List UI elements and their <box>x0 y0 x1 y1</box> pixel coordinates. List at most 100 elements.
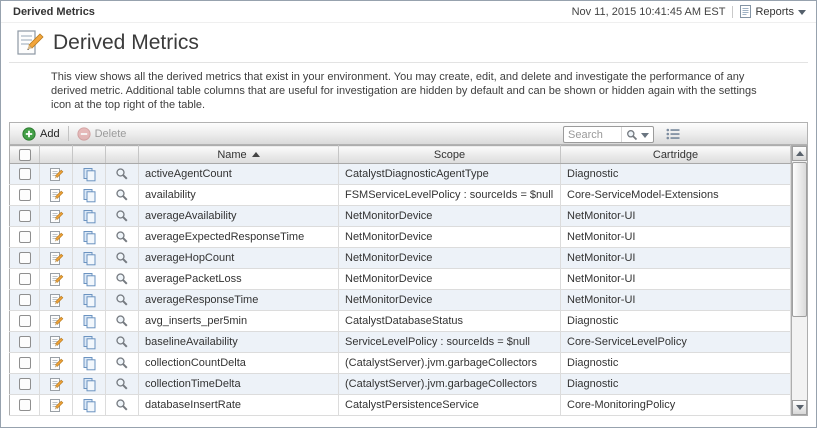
table-row[interactable]: avg_inserts_per5min CatalystDatabaseStat… <box>10 311 791 332</box>
row-cartridge: Diagnostic <box>561 164 791 185</box>
table-row[interactable]: baselineAvailability ServiceLevelPolicy … <box>10 332 791 353</box>
edit-icon[interactable] <box>40 230 72 245</box>
row-checkbox[interactable] <box>19 315 31 327</box>
row-cartridge: Core-ServiceModel-Extensions <box>561 185 791 206</box>
copy-icon[interactable] <box>73 398 105 413</box>
investigate-icon[interactable] <box>106 377 138 391</box>
edit-icon[interactable] <box>40 188 72 203</box>
table-row[interactable]: databaseInsertRate CatalystPersistenceSe… <box>10 395 791 416</box>
investigate-icon[interactable] <box>106 335 138 349</box>
column-header-name[interactable]: Name <box>139 146 339 164</box>
investigate-icon[interactable] <box>106 398 138 412</box>
column-header-cartridge[interactable]: Cartridge <box>561 146 791 164</box>
reports-label: Reports <box>755 6 794 18</box>
row-select-cell <box>10 290 40 311</box>
edit-icon[interactable] <box>40 272 72 287</box>
investigate-icon[interactable] <box>106 167 138 181</box>
row-edit-cell <box>40 164 73 185</box>
row-investigate-cell <box>106 269 139 290</box>
investigate-icon[interactable] <box>106 314 138 328</box>
row-edit-cell <box>40 248 73 269</box>
table-row[interactable]: activeAgentCount CatalystDiagnosticAgent… <box>10 164 791 185</box>
sort-ascending-icon <box>252 152 260 157</box>
scroll-down-icon <box>796 405 804 410</box>
copy-icon[interactable] <box>73 377 105 392</box>
table-settings-button[interactable] <box>666 128 680 140</box>
row-checkbox[interactable] <box>19 294 31 306</box>
investigate-icon[interactable] <box>106 188 138 202</box>
investigate-icon[interactable] <box>106 356 138 370</box>
copy-icon[interactable] <box>73 167 105 182</box>
row-edit-cell <box>40 290 73 311</box>
add-button-label: Add <box>40 128 60 140</box>
search-options-button[interactable] <box>621 127 653 142</box>
copy-icon[interactable] <box>73 272 105 287</box>
vertical-scrollbar[interactable] <box>791 145 808 416</box>
table-row[interactable]: averageAvailability NetMonitorDevice Net… <box>10 206 791 227</box>
edit-icon[interactable] <box>40 167 72 182</box>
copy-icon[interactable] <box>73 356 105 371</box>
row-investigate-cell <box>106 206 139 227</box>
copy-icon[interactable] <box>73 188 105 203</box>
row-copy-cell <box>73 185 106 206</box>
row-checkbox[interactable] <box>19 168 31 180</box>
row-checkbox[interactable] <box>19 210 31 222</box>
row-name: averageHopCount <box>139 248 339 269</box>
scrollbar-thumb[interactable] <box>792 162 807 317</box>
search-input[interactable] <box>564 128 621 141</box>
column-header-scope[interactable]: Scope <box>339 146 561 164</box>
table-row[interactable]: collectionTimeDelta (CatalystServer).jvm… <box>10 374 791 395</box>
reports-menu-button[interactable]: Reports <box>740 5 806 18</box>
row-name: avg_inserts_per5min <box>139 311 339 332</box>
row-checkbox[interactable] <box>19 189 31 201</box>
investigate-icon[interactable] <box>106 230 138 244</box>
row-cartridge: Core-ServiceLevelPolicy <box>561 332 791 353</box>
copy-icon[interactable] <box>73 230 105 245</box>
row-checkbox[interactable] <box>19 231 31 243</box>
select-all-checkbox[interactable] <box>19 149 31 161</box>
row-checkbox[interactable] <box>19 399 31 411</box>
edit-icon[interactable] <box>40 356 72 371</box>
row-edit-cell <box>40 374 73 395</box>
delete-icon <box>77 127 91 141</box>
table-row[interactable]: collectionCountDelta (CatalystServer).jv… <box>10 353 791 374</box>
table-row[interactable]: averageExpectedResponseTime NetMonitorDe… <box>10 227 791 248</box>
table-row[interactable]: averagePacketLoss NetMonitorDevice NetMo… <box>10 269 791 290</box>
edit-icon[interactable] <box>40 293 72 308</box>
copy-icon[interactable] <box>73 314 105 329</box>
table-body: activeAgentCount CatalystDiagnosticAgent… <box>10 164 791 416</box>
investigate-icon[interactable] <box>106 293 138 307</box>
row-checkbox[interactable] <box>19 378 31 390</box>
add-button[interactable]: Add <box>15 123 67 144</box>
page-title: Derived Metrics <box>53 31 199 55</box>
row-checkbox[interactable] <box>19 273 31 285</box>
edit-icon[interactable] <box>40 314 72 329</box>
row-checkbox[interactable] <box>19 252 31 264</box>
copy-icon[interactable] <box>73 335 105 350</box>
edit-icon[interactable] <box>40 335 72 350</box>
edit-icon[interactable] <box>40 398 72 413</box>
row-investigate-cell <box>106 374 139 395</box>
investigate-icon[interactable] <box>106 272 138 286</box>
table-row[interactable]: averageResponseTime NetMonitorDevice Net… <box>10 290 791 311</box>
row-checkbox[interactable] <box>19 357 31 369</box>
copy-icon[interactable] <box>73 251 105 266</box>
table-row[interactable]: averageHopCount NetMonitorDevice NetMoni… <box>10 248 791 269</box>
delete-button[interactable]: Delete <box>70 123 134 144</box>
edit-icon[interactable] <box>40 377 72 392</box>
edit-icon[interactable] <box>40 209 72 224</box>
investigate-icon[interactable] <box>106 209 138 223</box>
table-row[interactable]: availability FSMServiceLevelPolicy : sou… <box>10 185 791 206</box>
scroll-up-button[interactable] <box>792 146 807 161</box>
row-checkbox[interactable] <box>19 336 31 348</box>
investigate-icon[interactable] <box>106 251 138 265</box>
scroll-down-button[interactable] <box>792 400 807 415</box>
copy-icon[interactable] <box>73 209 105 224</box>
copy-icon[interactable] <box>73 293 105 308</box>
row-copy-cell <box>73 395 106 416</box>
row-edit-cell <box>40 227 73 248</box>
edit-icon[interactable] <box>40 251 72 266</box>
title-row: Derived Metrics <box>9 23 808 63</box>
row-select-cell <box>10 374 40 395</box>
row-investigate-cell <box>106 311 139 332</box>
